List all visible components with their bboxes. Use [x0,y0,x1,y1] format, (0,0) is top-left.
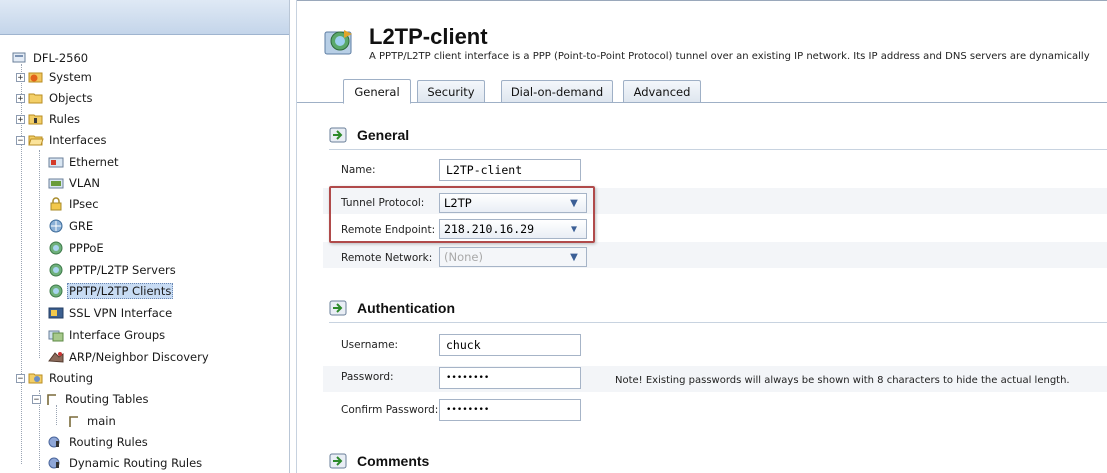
tree-item-root[interactable]: DFL-2560 [12,48,90,68]
tree-item-label: Ethernet [69,155,119,169]
device-icon [12,52,26,63]
expand-icon[interactable]: + [16,114,25,124]
top-border [297,0,1107,11]
section-title-text: General [357,127,410,143]
tree-item-interface-groups[interactable]: Interface Groups [48,325,167,345]
tree-item-label: Routing Tables [65,392,149,406]
tree-item-objects[interactable]: + Objects [16,88,94,108]
confirm-password-label: Confirm Password: [341,404,439,416]
remote-network-label: Remote Network: [341,252,433,264]
tree-item-label: Rules [49,112,81,126]
section-general-title: General [329,127,409,143]
tree-item-vlan[interactable]: VLAN [48,173,102,193]
network-globe-icon [49,284,63,298]
section-title-text: Authentication [357,300,455,316]
navigation-tree: DFL-2560 + System + Objects + Rules − In… [0,0,290,473]
tree-item-ipsec[interactable]: IPsec [48,194,101,214]
tree-item-label: main [87,414,116,428]
tree-item-label: PPTP/L2TP Clients [67,283,174,299]
highlight-box [329,186,595,243]
page-title: L2TP-client [369,24,488,49]
routing-rules-icon [48,457,60,469]
section-authentication-title: Authentication [329,300,455,316]
gre-icon [49,219,63,233]
tree-item-label: Dynamic Routing Rules [69,456,203,470]
tree-item-arp-neighbor-discovery[interactable]: ARP/Neighbor Discovery [48,347,211,367]
arp-icon [48,352,64,363]
username-label: Username: [341,339,399,351]
tree-item-interfaces[interactable]: − Interfaces [16,130,108,150]
tree-item-label: DFL-2560 [33,51,89,65]
tree-item-label: PPPoE [69,241,104,255]
tree-item-label: Routing Rules [69,435,148,449]
tree-item-label: GRE [69,219,94,233]
interface-groups-icon [48,330,64,342]
tree-item-main[interactable]: main [66,411,118,431]
remote-network-value: (None) [444,250,483,264]
confirm-password-field[interactable]: •••••••• [439,399,581,421]
folder-icon [28,93,43,104]
routing-table-icon [47,394,56,405]
tree-item-label: Objects [49,91,93,105]
routing-icon [28,373,43,384]
tree-item-pptp-l2tp-clients[interactable]: PPTP/L2TP Clients [48,281,174,301]
arrow-right-icon [329,300,347,316]
section-title-text: Comments [357,453,430,469]
password-field[interactable]: •••••••• [439,367,581,389]
remote-network-select[interactable]: (None) ▼ [439,247,587,267]
lock-icon [50,197,62,211]
tree-item-rules[interactable]: + Rules [16,109,82,129]
tree-item-label: IPsec [69,197,99,211]
folder-open-icon [28,135,44,146]
vlan-icon [48,178,64,189]
tree-item-ethernet[interactable]: Ethernet [48,152,121,172]
tree-item-label: VLAN [69,176,101,190]
tree-header-bar [0,0,289,35]
tree-item-label: ARP/Neighbor Discovery [69,350,209,364]
ethernet-icon [48,157,64,168]
collapse-icon[interactable]: − [32,394,41,404]
arrow-right-icon [329,127,347,143]
tree-item-routing[interactable]: − Routing [16,368,95,388]
l2tp-client-icon [324,30,352,55]
ssl-vpn-icon [48,307,64,319]
network-globe-icon [49,263,63,277]
tree-item-label: Routing [49,371,94,385]
tree-item-dynamic-routing-rules[interactable]: Dynamic Routing Rules [48,453,204,473]
password-note: Note! Existing passwords will always be … [615,375,1070,386]
tree-item-label: Interfaces [49,133,107,147]
tree-item-label: SSL VPN Interface [69,306,173,320]
password-label: Password: [341,371,394,383]
tree-item-routing-rules[interactable]: Routing Rules [48,432,150,452]
page-description: A PPTP/L2TP client interface is a PPP (P… [369,51,1090,62]
tree-item-label: System [49,70,92,84]
arrow-right-icon [329,453,347,469]
route-main-icon [69,416,78,427]
tab-security[interactable]: Security [417,80,485,102]
tree-item-routing-tables[interactable]: − Routing Tables [32,389,150,409]
username-field[interactable]: chuck [439,334,581,356]
rules-icon [28,114,43,125]
chevron-down-icon: ▼ [570,251,578,263]
system-icon [28,72,43,83]
tree-item-pptp-l2tp-servers[interactable]: PPTP/L2TP Servers [48,260,178,280]
name-label: Name: [341,164,376,176]
tree-item-gre[interactable]: GRE [48,216,95,236]
collapse-icon[interactable]: − [16,135,25,145]
expand-icon[interactable]: + [16,93,25,103]
section-comments-title: Comments [329,453,429,469]
network-globe-icon [49,241,63,255]
tab-dial-on-demand[interactable]: Dial-on-demand [501,80,613,102]
routing-rules-icon [48,436,60,448]
expand-icon[interactable]: + [16,72,25,82]
tab-general[interactable]: General [343,79,411,104]
tree-item-label: PPTP/L2TP Servers [69,263,176,277]
tree-item-label: Interface Groups [69,328,166,342]
collapse-icon[interactable]: − [16,373,25,383]
tab-advanced[interactable]: Advanced [623,80,701,102]
tree-item-pppoe[interactable]: PPPoE [48,238,106,258]
name-field[interactable]: L2TP-client [439,159,581,181]
tree-item-ssl-vpn-interface[interactable]: SSL VPN Interface [48,303,174,323]
tree-item-system[interactable]: + System [16,67,94,87]
